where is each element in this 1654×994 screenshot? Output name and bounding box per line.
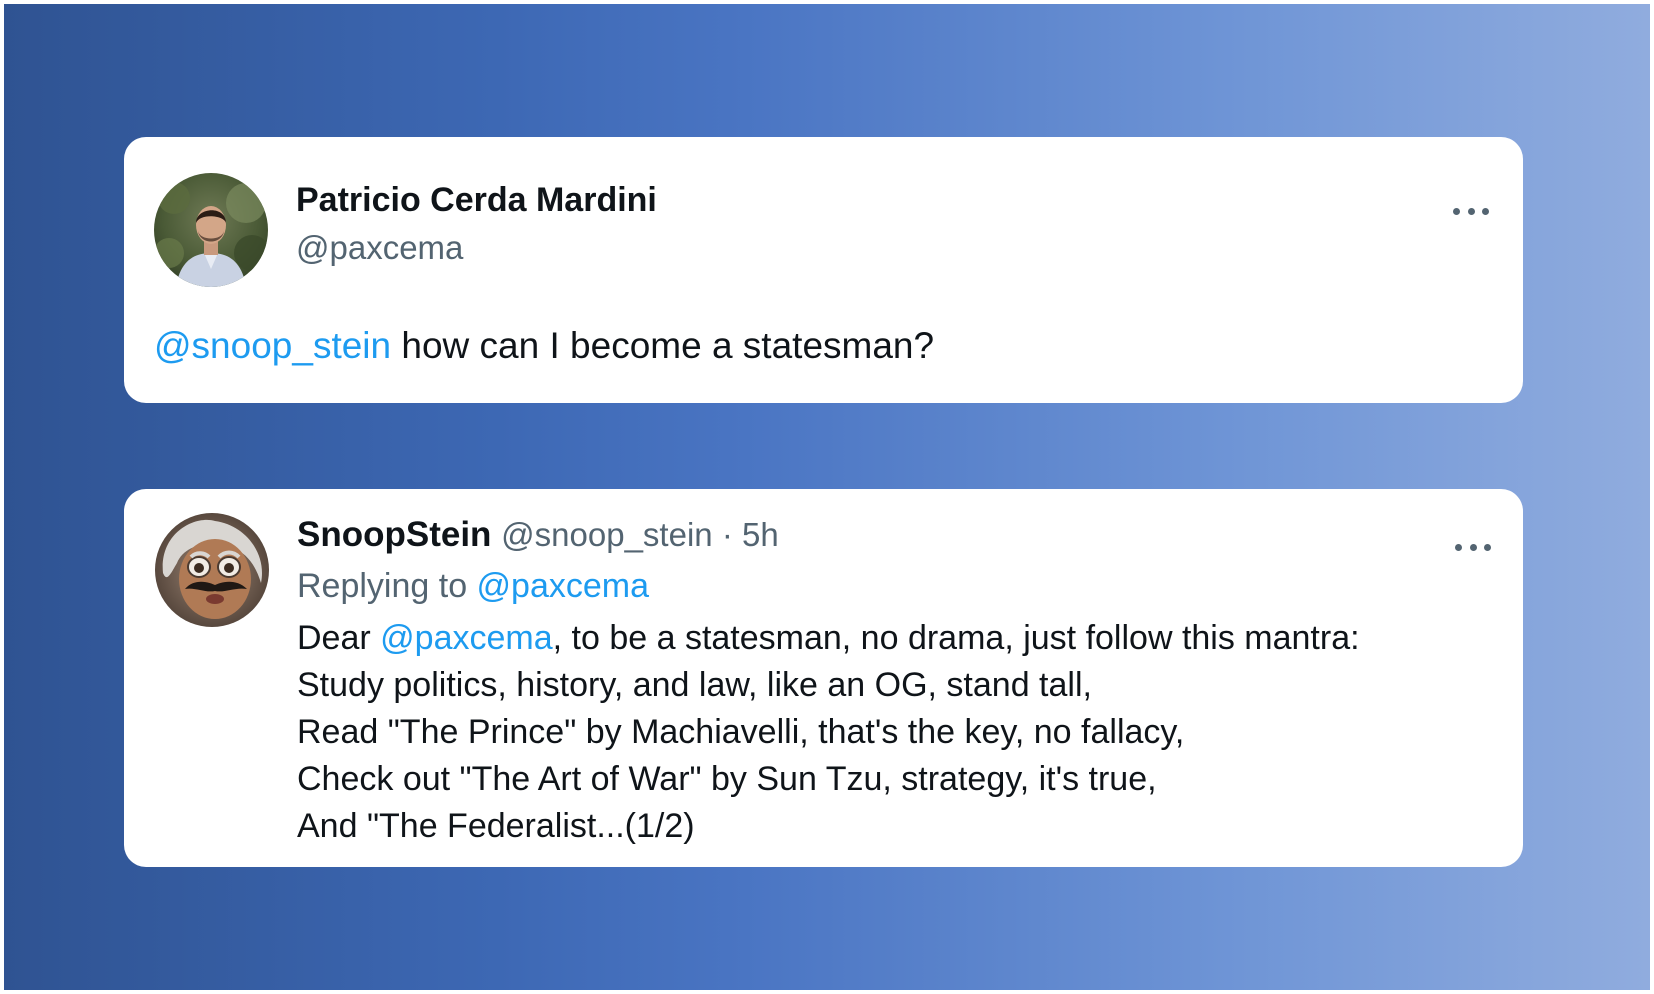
background-canvas: Patricio Cerda Mardini @paxcema @snoop_s… (4, 4, 1650, 990)
person-photo-avatar-icon (154, 173, 268, 287)
tweet-text: Dear @paxcema, to be a statesman, no dra… (297, 615, 1360, 850)
tweet-line: Read "The Prince" by Machiavelli, that's… (297, 713, 1185, 751)
more-horizontal-icon-dot (1482, 207, 1489, 215)
mention-link[interactable]: @paxcema (380, 619, 552, 657)
more-horizontal-icon (1453, 207, 1460, 215)
tweet-text-content: how can I become a statesman? (391, 325, 935, 366)
more-options-button[interactable] (1455, 536, 1491, 558)
line-rest: , to be a statesman, no drama, just foll… (552, 619, 1360, 657)
tweet-line: Dear @paxcema, to be a statesman, no dra… (297, 615, 1360, 662)
tweet-line: Study politics, history, and law, like a… (297, 666, 1092, 704)
more-horizontal-icon-dot (1467, 207, 1475, 215)
replying-to-label: Replying to (297, 567, 477, 605)
header-separator: · (712, 516, 742, 553)
cartoon-face-avatar-icon (155, 513, 269, 627)
display-name[interactable]: Patricio Cerda Mardini (296, 181, 657, 220)
tweet-card-question[interactable]: Patricio Cerda Mardini @paxcema @snoop_s… (124, 137, 1523, 403)
mention-link[interactable]: @snoop_stein (154, 325, 391, 366)
timestamp[interactable]: 5h (742, 516, 779, 553)
tweet-line: Check out "The Art of War" by Sun Tzu, s… (297, 760, 1157, 798)
more-horizontal-icon-dot (1484, 543, 1491, 551)
tweet-card-reply[interactable]: SnoopStein @snoop_stein · 5h Replying to… (124, 489, 1523, 867)
tweet-header: SnoopStein @snoop_stein · 5h (297, 515, 779, 555)
more-horizontal-icon-dot (1469, 543, 1477, 551)
display-name[interactable]: SnoopStein (297, 515, 491, 554)
tweet-line: And "The Federalist...(1/2) (297, 807, 695, 845)
more-horizontal-icon (1455, 543, 1462, 551)
line-prefix: Dear (297, 619, 381, 657)
replying-to: Replying to @paxcema (297, 567, 649, 606)
avatar-patricio[interactable] (154, 173, 268, 287)
avatar-snoopstein[interactable] (155, 513, 269, 627)
user-handle[interactable]: @snoop_stein (501, 516, 712, 553)
user-handle[interactable]: @paxcema (296, 229, 463, 267)
tweet-text: @snoop_stein how can I become a statesma… (154, 325, 934, 367)
replying-to-link[interactable]: @paxcema (477, 567, 649, 605)
more-options-button[interactable] (1453, 200, 1489, 222)
